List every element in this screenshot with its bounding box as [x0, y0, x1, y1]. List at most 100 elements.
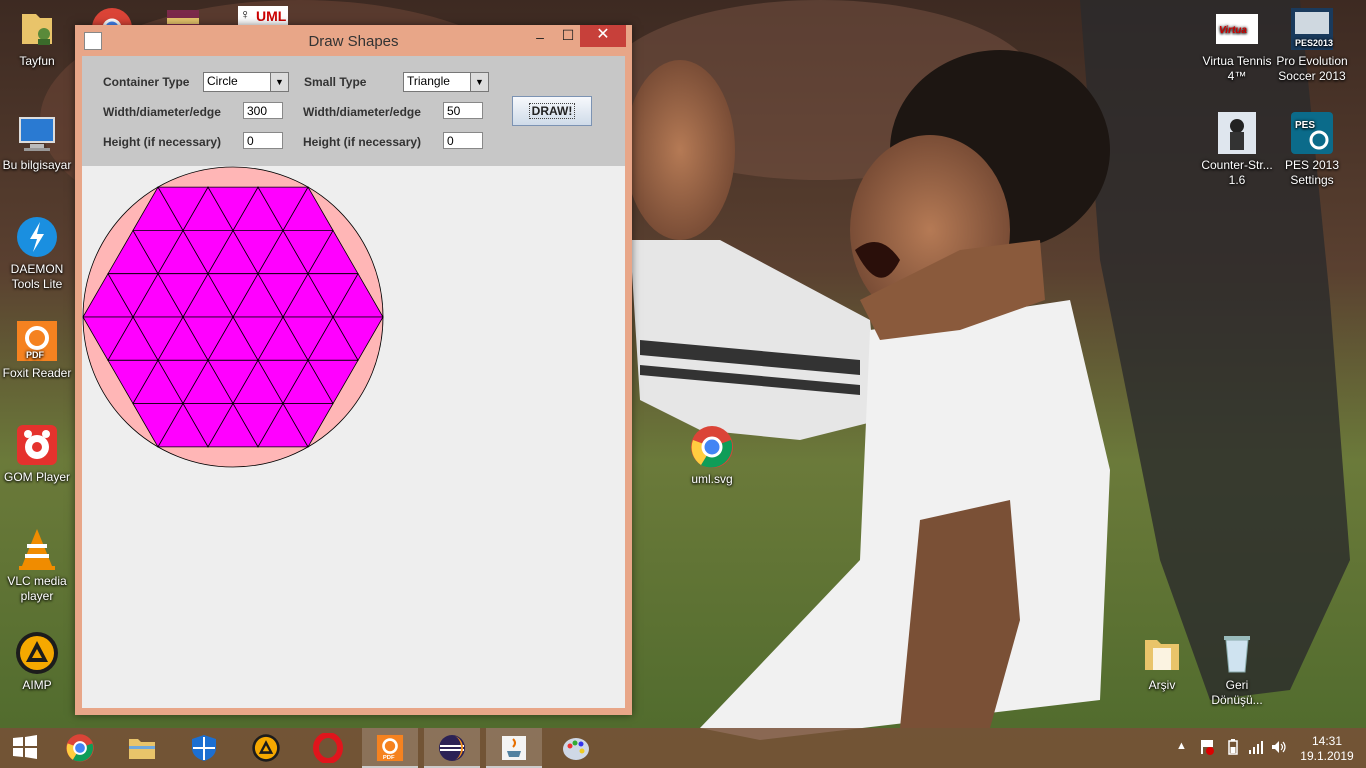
svg-text:PES2013: PES2013 — [1295, 38, 1333, 48]
desktop-icon-label: VLC media player — [7, 574, 67, 603]
window-client-area: Container Type Circle ▼ Small Type Trian… — [82, 56, 625, 708]
foxit-icon: PDF — [17, 321, 57, 361]
minimize-button[interactable]: – — [527, 29, 553, 51]
virtua-tennis-icon: Virtua — [1216, 14, 1258, 44]
small-height-field[interactable]: 0 — [443, 132, 483, 149]
tray-chevron-icon[interactable]: ▲ — [1176, 740, 1187, 752]
draw-button[interactable]: DRAW! — [512, 96, 592, 126]
taskbar-defender[interactable] — [176, 728, 232, 768]
svg-text:PES: PES — [1295, 120, 1315, 131]
container-height-label: Height (if necessary) — [103, 135, 222, 149]
container-type-combo[interactable]: Circle ▼ — [203, 72, 289, 92]
java-icon — [502, 736, 526, 760]
desktop-icon-aimp[interactable]: AIMP — [0, 630, 74, 693]
small-width-label: Width/diameter/edge — [303, 105, 421, 119]
desktop-icon-label: Bu bilgisayar — [2, 158, 72, 172]
taskbar-chrome[interactable] — [52, 728, 108, 768]
container-width-field[interactable]: 300 — [243, 102, 283, 119]
chevron-down-icon[interactable]: ▼ — [470, 73, 488, 91]
draw-button-label: DRAW! — [528, 103, 576, 119]
clock-date: 19.1.2019 — [1300, 749, 1354, 763]
uml-partial-text: UML — [256, 8, 287, 24]
taskbar-paint[interactable] — [548, 728, 604, 768]
desktop-icon-virtua-tennis[interactable]: Virtua Virtua Tennis 4™ — [1200, 6, 1274, 84]
eclipse-icon — [439, 735, 465, 761]
folder-icon — [129, 739, 155, 759]
small-width-field[interactable]: 50 — [443, 102, 483, 119]
taskbar-eclipse[interactable] — [424, 728, 480, 768]
maximize-button[interactable]: ☐ — [555, 27, 581, 49]
taskbar-aimp[interactable] — [238, 728, 294, 768]
pes2013-settings-icon: PES — [1291, 112, 1333, 154]
desktop-icon-counter-strike[interactable]: Counter-Str... 1.6 — [1200, 110, 1274, 188]
small-height-label: Height (if necessary) — [303, 135, 422, 149]
folder-icon — [1145, 640, 1179, 670]
draw-shapes-window: Draw Shapes – ☐ ✕ Container Type Circle … — [75, 25, 632, 715]
aimp-icon — [252, 734, 280, 762]
desktop-icon-gom[interactable]: GOM Player — [0, 422, 74, 485]
chrome-icon — [691, 426, 733, 468]
uml-person-icon: ♀ — [240, 6, 251, 22]
desktop-icon-this-pc[interactable]: Bu bilgisayar — [0, 110, 74, 173]
svg-text:Virtua: Virtua — [1219, 25, 1247, 36]
start-button[interactable] — [0, 728, 50, 768]
desktop-icon-label: Pro Evolution Soccer 2013 — [1276, 54, 1348, 83]
clock-time: 14:31 — [1311, 734, 1343, 748]
tray-network-icon[interactable] — [1248, 740, 1264, 754]
desktop-icon-label: Geri Dönüşü... — [1211, 678, 1263, 707]
container-type-label: Container Type — [103, 75, 190, 89]
close-button[interactable]: ✕ — [580, 25, 626, 47]
windows-logo-icon — [13, 735, 37, 759]
container-width-label: Width/diameter/edge — [103, 105, 221, 119]
title-bar[interactable]: Draw Shapes – ☐ ✕ — [75, 25, 632, 55]
tray-battery-icon[interactable] — [1228, 739, 1238, 755]
desktop-icon-label: Arşiv — [1148, 678, 1176, 692]
desktop-icon-label: GOM Player — [3, 470, 70, 484]
drawing-canvas[interactable] — [82, 166, 625, 708]
desktop-icon-label: uml.svg — [691, 472, 733, 486]
desktop-icon-label: DAEMON Tools Lite — [10, 262, 64, 291]
small-type-combo[interactable]: Triangle ▼ — [403, 72, 489, 92]
pes2013-icon: PES2013 — [1291, 8, 1333, 50]
desktop-icon-archive[interactable]: Arşiv — [1125, 630, 1199, 693]
desktop-icon-uml-svg[interactable]: uml.svg — [675, 424, 749, 487]
taskbar-opera[interactable] — [300, 728, 356, 768]
chevron-down-icon[interactable]: ▼ — [270, 73, 288, 91]
taskbar-file-explorer[interactable] — [114, 728, 170, 768]
computer-icon — [19, 117, 55, 151]
tray-flag-icon[interactable] — [1200, 739, 1214, 755]
counter-strike-icon — [1218, 112, 1256, 154]
opera-icon — [313, 732, 343, 764]
desktop-icon-daemon-tools[interactable]: DAEMON Tools Lite — [0, 214, 74, 292]
foxit-icon: PDF — [376, 734, 404, 761]
svg-text:PDF: PDF — [383, 755, 395, 761]
container-height-field[interactable]: 0 — [243, 132, 283, 149]
taskbar-java[interactable] — [486, 728, 542, 768]
uml-partial-icon[interactable]: UML ♀ — [238, 6, 288, 26]
desktop-icon-label: PES 2013 Settings — [1284, 158, 1340, 187]
tray-volume-icon[interactable] — [1271, 740, 1287, 754]
daemon-tools-icon — [17, 217, 57, 257]
taskbar-foxit[interactable]: PDF — [362, 728, 418, 768]
winrar-partial-icon[interactable] — [165, 8, 201, 26]
taskbar: PDF ▲ 14:31 19.1.2019 — [0, 728, 1366, 768]
user-folder-icon — [22, 14, 52, 45]
desktop-icon-label: Foxit Reader — [2, 366, 72, 380]
container-type-value: Circle — [207, 74, 238, 88]
taskbar-clock[interactable]: 14:31 19.1.2019 — [1295, 734, 1359, 764]
vlc-icon — [19, 529, 55, 570]
desktop-icon-label: Counter-Str... 1.6 — [1201, 158, 1273, 187]
desktop-icon-pes2013[interactable]: PES2013 Pro Evolution Soccer 2013 — [1275, 6, 1349, 84]
desktop-icon-label: AIMP — [22, 678, 52, 692]
desktop-icon-pes-settings[interactable]: PES PES 2013 Settings — [1275, 110, 1349, 188]
aimp-icon — [16, 632, 58, 674]
desktop-icon-label: Tayfun — [19, 54, 55, 68]
desktop-icon-tayfun[interactable]: Tayfun — [0, 6, 74, 69]
desktop-icon-foxit[interactable]: PDF Foxit Reader — [0, 318, 74, 381]
chrome-partial-icon[interactable] — [90, 6, 134, 26]
desktop-icon-recycle-bin[interactable]: Geri Dönüşü... — [1200, 630, 1274, 708]
control-panel: Container Type Circle ▼ Small Type Trian… — [82, 56, 625, 166]
desktop-icon-vlc[interactable]: VLC media player — [0, 526, 74, 604]
small-type-label: Small Type — [304, 75, 367, 89]
paint-palette-icon — [563, 738, 589, 760]
